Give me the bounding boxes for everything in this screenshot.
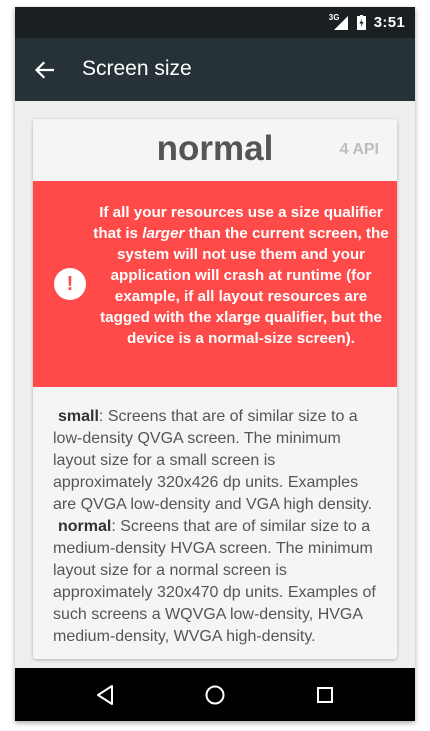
warning-text: If all your resources use a size qualifi… <box>93 202 389 349</box>
circle-home-icon <box>205 685 225 705</box>
size-term: normal <box>58 518 112 535</box>
app-bar: Screen size <box>15 38 415 101</box>
battery-icon <box>356 15 366 30</box>
size-term: small <box>58 408 99 425</box>
status-bar: 3G 3:51 <box>15 7 415 38</box>
screen-size-card: normal 4 API ! If all your resources use… <box>33 119 397 659</box>
device-screen: 3G 3:51 Screen size normal 4 API ! If al… <box>15 7 415 721</box>
clock: 3:51 <box>373 14 405 31</box>
size-description: : Screens that are of similar size to a … <box>53 518 376 645</box>
warning-text-part: than the current screen, the system will… <box>100 225 389 347</box>
description-text: small: Screens that are of similar size … <box>33 387 397 648</box>
square-recents-icon <box>317 687 333 703</box>
warning-emphasis: larger <box>142 225 185 242</box>
nav-home-button[interactable] <box>200 680 230 710</box>
navigation-bar <box>15 668 415 721</box>
status-indicators: 3G 3:51 <box>329 7 405 38</box>
nav-recents-button[interactable] <box>310 680 340 710</box>
card-header: normal 4 API <box>33 119 397 181</box>
back-button[interactable] <box>27 53 61 87</box>
size-description: : Screens that are of similar size to a … <box>53 408 372 513</box>
description-paragraph-small: small: Screens that are of similar size … <box>53 406 379 516</box>
description-paragraph-normal: normal: Screens that are of similar size… <box>53 516 379 648</box>
warning-banner: ! If all your resources use a size quali… <box>33 181 397 387</box>
triangle-back-icon <box>97 685 113 705</box>
arrow-left-icon <box>34 61 54 79</box>
signal-icon: 3G <box>329 13 349 31</box>
page-title: Screen size <box>82 57 192 80</box>
api-level-badge: 4 API <box>339 141 379 158</box>
alert-icon: ! <box>54 268 86 300</box>
nav-back-button[interactable] <box>90 680 120 710</box>
